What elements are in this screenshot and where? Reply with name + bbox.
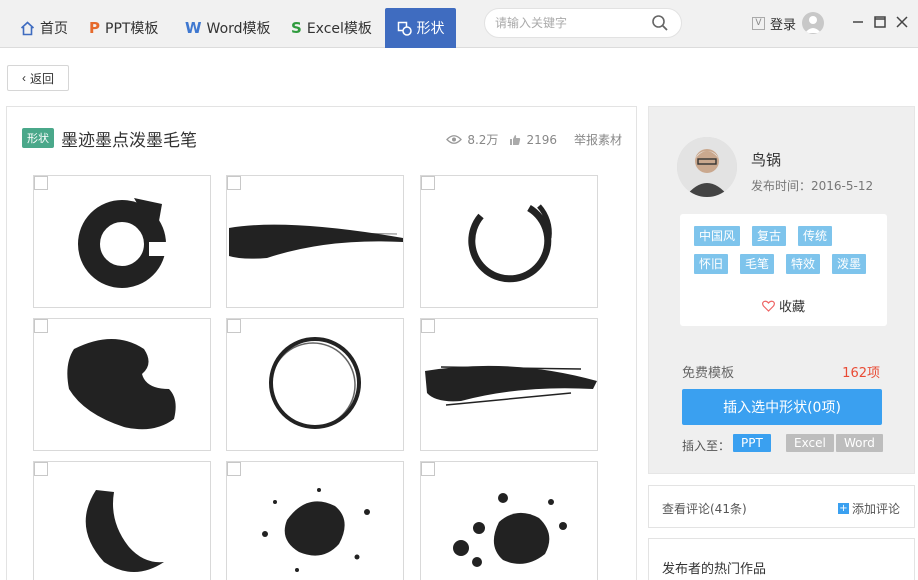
ink-blob-image <box>67 339 176 430</box>
select-checkbox[interactable] <box>421 176 435 190</box>
tag-item[interactable]: 泼墨 <box>832 254 867 274</box>
tag-item[interactable]: 复古 <box>752 226 787 246</box>
word-icon: W <box>185 19 202 37</box>
item-stats: 8.2万 2196 举报素材 <box>446 131 622 148</box>
select-checkbox[interactable] <box>421 319 435 333</box>
select-checkbox[interactable] <box>421 462 435 476</box>
eye-icon <box>446 135 463 144</box>
excel-icon: S <box>291 19 302 37</box>
author-side-panel: 鸟锅 发布时间：2016-5-12 中国风 复古 传统 怀旧 毛笔 特效 泼墨 … <box>648 106 915 474</box>
person-portrait-icon <box>677 137 737 197</box>
ink-brush-stroke-image <box>229 224 403 259</box>
author-avatar[interactable] <box>677 137 737 197</box>
tab-ppt-templates[interactable]: P PPT模板 <box>83 8 164 48</box>
tag-item[interactable]: 中国风 <box>694 226 741 246</box>
tag-item[interactable]: 传统 <box>798 226 833 246</box>
user-avatar[interactable] <box>802 12 824 34</box>
shape-thumbnail[interactable] <box>420 175 598 308</box>
like-icon <box>510 134 521 145</box>
select-checkbox[interactable] <box>34 462 48 476</box>
login-label: 登录 <box>770 17 797 33</box>
tab-label: Word模板 <box>206 21 271 37</box>
shape-thumbnail[interactable] <box>226 461 404 580</box>
ink-circle-thin-image <box>468 204 552 283</box>
ink-ring-image <box>269 337 361 429</box>
type-tag: 形状 <box>22 128 54 148</box>
maximize-icon[interactable] <box>872 14 888 30</box>
back-button[interactable]: ‹ 返回 <box>7 65 69 91</box>
close-icon[interactable] <box>894 14 910 30</box>
tag-item[interactable]: 毛笔 <box>740 254 775 274</box>
chevron-left-icon: ‹ <box>21 71 26 85</box>
shape-thumbnail[interactable] <box>420 318 598 451</box>
tag-box: 中国风 复古 传统 怀旧 毛笔 特效 泼墨 收藏 <box>680 214 887 326</box>
select-checkbox[interactable] <box>227 462 241 476</box>
ink-splash-image <box>262 488 370 572</box>
search-input[interactable] <box>495 14 645 32</box>
insert-target-excel[interactable]: Excel <box>786 434 834 452</box>
favorite-label: 收藏 <box>778 300 805 315</box>
tab-label: PPT模板 <box>105 21 159 37</box>
ppt-icon: P <box>89 19 100 37</box>
view-comments-link[interactable]: 查看评论(41条) <box>662 500 747 517</box>
author-name[interactable]: 鸟锅 <box>751 149 781 170</box>
add-comment-button[interactable]: + 添加评论 <box>837 500 900 517</box>
view-count: 8.2万 <box>467 133 499 147</box>
like-count: 2196 <box>526 132 557 147</box>
title-row: 形状 墨迹墨点泼墨毛笔 <box>22 127 197 151</box>
plus-icon: + <box>837 503 849 514</box>
tab-word-templates[interactable]: W Word模板 <box>179 8 277 48</box>
hot-works-title: 发布者的热门作品 <box>662 562 767 577</box>
free-templates-count: 162项 <box>842 366 880 381</box>
back-label: 返回 <box>29 71 54 86</box>
ink-arc-stroke-image <box>85 490 164 572</box>
tag-item[interactable]: 特效 <box>786 254 821 274</box>
minimize-icon[interactable] <box>850 14 866 30</box>
tab-label: 首页 <box>40 21 68 37</box>
tab-excel-templates[interactable]: S Excel模板 <box>285 8 378 48</box>
tab-home[interactable]: 首页 <box>14 8 74 48</box>
shape-thumbnail[interactable] <box>33 461 211 580</box>
shape-thumbnail[interactable] <box>226 318 404 451</box>
select-checkbox[interactable] <box>34 176 48 190</box>
insert-target-ppt[interactable]: PPT <box>733 434 771 452</box>
insert-to-label: 插入至： <box>682 439 731 453</box>
favorite-button[interactable]: 收藏 <box>680 296 887 315</box>
tab-label: 形状 <box>416 21 445 37</box>
search-box <box>484 8 682 38</box>
select-checkbox[interactable] <box>34 319 48 333</box>
insert-target-word[interactable]: Word <box>836 434 883 452</box>
select-checkbox[interactable] <box>227 319 241 333</box>
select-checkbox[interactable] <box>227 176 241 190</box>
shape-detail-panel: 形状 墨迹墨点泼墨毛笔 8.2万 2196 举报素材 <box>6 106 637 580</box>
add-comment-label: 添加评论 <box>851 502 900 516</box>
tab-shapes[interactable]: 形状 <box>385 8 456 48</box>
tag-item[interactable]: 怀旧 <box>694 254 729 274</box>
ink-splatter-image <box>453 493 567 567</box>
top-navigation-bar: 首页 P PPT模板 W Word模板 S Excel模板 形状 V 登录 <box>0 0 918 48</box>
shape-thumbnail[interactable] <box>420 461 598 580</box>
user-icon <box>805 16 821 33</box>
page-title: 墨迹墨点泼墨毛笔 <box>61 130 197 151</box>
ink-circle-thick-image <box>78 198 169 288</box>
shape-thumbnail[interactable] <box>33 318 211 451</box>
vip-icon: V <box>752 16 765 30</box>
tab-label: Excel模板 <box>306 21 372 37</box>
free-templates-label: 免费模板 <box>682 366 735 381</box>
home-icon <box>20 20 35 35</box>
hot-works-section: 发布者的热门作品 <box>648 538 915 580</box>
comments-bar: 查看评论(41条) + 添加评论 <box>648 485 915 528</box>
search-icon[interactable] <box>651 14 669 32</box>
insert-selected-shapes-button[interactable]: 插入选中形状(0项) <box>682 389 882 425</box>
report-link[interactable]: 举报素材 <box>574 131 622 148</box>
publish-time: 发布时间：2016-5-12 <box>751 179 874 193</box>
ink-dry-brush-image <box>425 365 597 406</box>
shape-thumbnail[interactable] <box>33 175 211 308</box>
shape-thumbnail[interactable] <box>226 175 404 308</box>
heart-icon <box>762 300 775 312</box>
shape-icon <box>397 21 412 36</box>
login-link[interactable]: V 登录 <box>752 12 796 34</box>
